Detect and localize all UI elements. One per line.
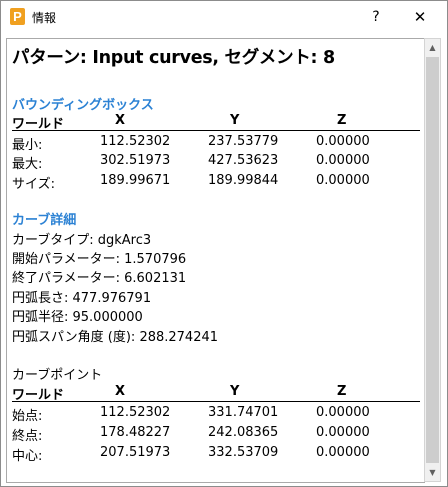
help-button[interactable]: ? — [361, 4, 391, 30]
points-row-label: 始点: — [12, 409, 43, 424]
bbox-row-z: 0.00000 — [316, 134, 370, 149]
bbox-row-label: 最小: — [12, 138, 43, 153]
points-row-z: 0.00000 — [316, 425, 370, 440]
bbox-row-y: 427.53623 — [208, 153, 279, 168]
bbox-row-z: 0.00000 — [316, 173, 370, 188]
points-row-z: 0.00000 — [316, 445, 370, 460]
curve-details-title: カーブ詳細 — [12, 213, 77, 228]
points-row-label: 中心: — [12, 449, 43, 464]
points-row-y: 331.74701 — [208, 405, 279, 420]
vertical-scrollbar[interactable]: ▲ ▼ — [424, 38, 441, 482]
arc-radius: 円弧半径: 95.000000 — [12, 310, 143, 325]
curve-type: カーブタイプ: dgkArc3 — [12, 233, 152, 248]
bbox-row-z: 0.00000 — [316, 153, 370, 168]
bbox-row-y: 237.53779 — [208, 134, 279, 149]
info-content: パターン: Input curves, セグメント: 8 バウンディングボックス… — [6, 38, 425, 483]
arc-length: 円弧長さ: 477.976791 — [12, 291, 152, 306]
points-header-x: X — [115, 384, 126, 399]
points-row-y: 332.53709 — [208, 445, 279, 460]
scroll-down-arrow-icon[interactable]: ▼ — [425, 464, 440, 481]
bounding-box-title: バウンディングボックス — [12, 98, 154, 113]
bbox-header-z: Z — [337, 113, 347, 128]
points-row-x: 178.48227 — [100, 425, 171, 440]
curve-points-title: カーブポイント — [12, 368, 103, 383]
bbox-row-label: 最大: — [12, 157, 43, 172]
pattern-heading: パターン: Input curves, セグメント: 8 — [12, 48, 335, 68]
bbox-row-x: 112.52302 — [100, 134, 171, 149]
info-dialog: P 情報 ? ✕ パターン: Input curves, セグメント: 8 バウ… — [0, 0, 448, 487]
points-row-x: 112.52302 — [100, 405, 171, 420]
start-parameter: 開始パラメーター: 1.570796 — [12, 252, 187, 267]
bbox-row-x: 302.51973 — [100, 153, 171, 168]
points-row-z: 0.00000 — [316, 405, 370, 420]
points-header-z: Z — [337, 384, 347, 399]
app-icon: P — [10, 8, 25, 25]
points-row-y: 242.08365 — [208, 425, 279, 440]
points-header-rule — [12, 401, 420, 402]
points-row-x: 207.51973 — [100, 445, 171, 460]
points-row-label: 終点: — [12, 429, 43, 444]
bbox-header-x: X — [115, 113, 126, 128]
points-header-y: Y — [230, 384, 240, 399]
bbox-row-y: 189.99844 — [208, 173, 279, 188]
bbox-row-label: サイズ: — [12, 177, 55, 192]
arc-span-angle: 円弧スパン角度 (度): 288.274241 — [12, 330, 219, 345]
bbox-row-x: 189.99671 — [100, 173, 171, 188]
close-button[interactable]: ✕ — [398, 4, 442, 30]
bbox-header-y: Y — [230, 113, 240, 128]
title-bar[interactable]: P 情報 ? ✕ — [1, 1, 447, 33]
window-title: 情報 — [32, 11, 57, 25]
scroll-thumb[interactable] — [426, 57, 439, 463]
scroll-up-arrow-icon[interactable]: ▲ — [425, 39, 440, 56]
end-parameter: 終了パラメーター: 6.602131 — [12, 271, 187, 286]
bbox-header-rule — [12, 130, 420, 131]
